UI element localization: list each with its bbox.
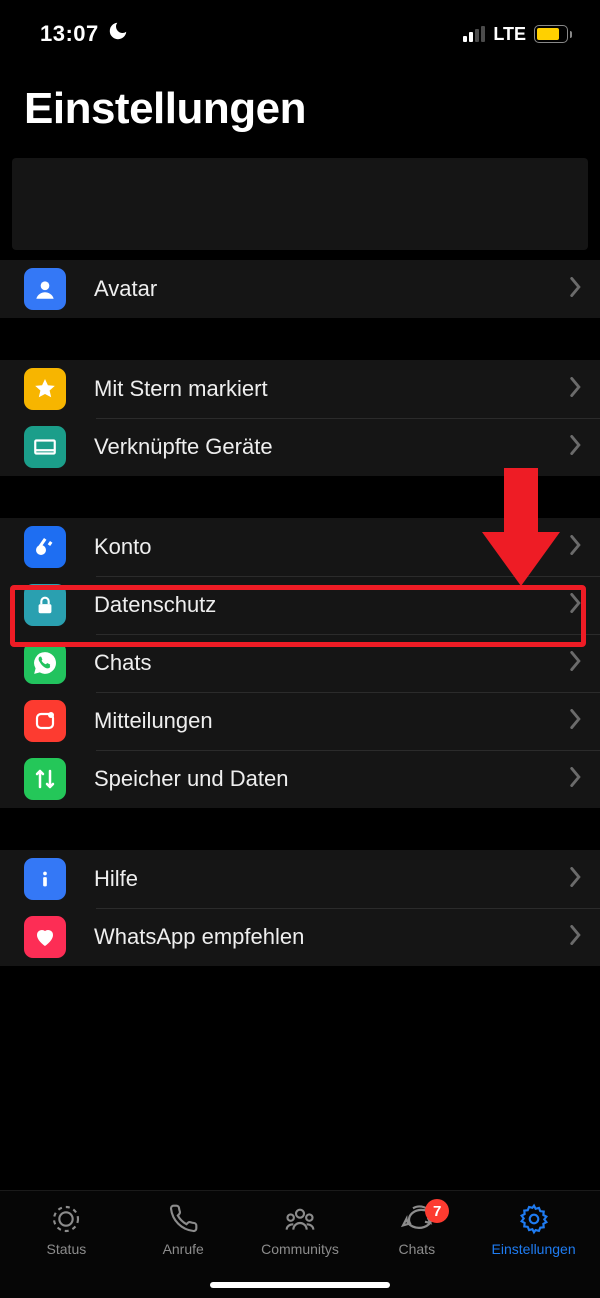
dnd-moon-icon bbox=[107, 20, 129, 48]
chevron-right-icon bbox=[570, 867, 582, 892]
tab-label: Communitys bbox=[261, 1241, 339, 1257]
tab-bar: Status Anrufe Communitys 7 Chats Einstel… bbox=[0, 1190, 600, 1298]
page-title: Einstellungen bbox=[0, 56, 600, 156]
battery-icon bbox=[534, 25, 572, 43]
row-devices[interactable]: Verknüpfte Geräte bbox=[0, 418, 600, 476]
chevron-right-icon bbox=[570, 767, 582, 792]
tab-label: Chats bbox=[399, 1241, 436, 1257]
chevron-right-icon bbox=[570, 925, 582, 950]
row-label: Avatar bbox=[66, 276, 570, 302]
chevron-right-icon bbox=[570, 709, 582, 734]
row-label: Konto bbox=[66, 534, 570, 560]
row-chats[interactable]: Chats bbox=[0, 634, 600, 692]
devices-icon bbox=[24, 426, 66, 468]
tab-label: Einstellungen bbox=[492, 1241, 576, 1257]
profile-card[interactable] bbox=[12, 158, 588, 250]
tab-settings[interactable]: Einstellungen bbox=[475, 1203, 592, 1257]
chevron-right-icon bbox=[570, 593, 582, 618]
row-label: Hilfe bbox=[66, 866, 570, 892]
network-label: LTE bbox=[493, 24, 526, 45]
row-label: Speicher und Daten bbox=[66, 766, 570, 792]
chevron-right-icon bbox=[570, 535, 582, 560]
row-share[interactable]: WhatsApp empfehlen bbox=[0, 908, 600, 966]
chevron-right-icon bbox=[570, 377, 582, 402]
info-icon bbox=[24, 858, 66, 900]
row-notifications[interactable]: Mitteilungen bbox=[0, 692, 600, 750]
row-label: Mit Stern markiert bbox=[66, 376, 570, 402]
row-storage[interactable]: Speicher und Daten bbox=[0, 750, 600, 808]
row-privacy[interactable]: Datenschutz bbox=[0, 576, 600, 634]
tab-status[interactable]: Status bbox=[8, 1203, 125, 1257]
key-icon bbox=[24, 526, 66, 568]
storage-icon bbox=[24, 758, 66, 800]
row-starred[interactable]: Mit Stern markiert bbox=[0, 360, 600, 418]
row-help[interactable]: Hilfe bbox=[0, 850, 600, 908]
status-time: 13:07 bbox=[40, 21, 99, 47]
row-label: WhatsApp empfehlen bbox=[66, 924, 570, 950]
row-account[interactable]: Konto bbox=[0, 518, 600, 576]
avatar-icon bbox=[24, 268, 66, 310]
status-bar: 13:07 LTE bbox=[0, 0, 600, 56]
row-avatar[interactable]: Avatar bbox=[0, 260, 600, 318]
tab-chats[interactable]: 7 Chats bbox=[358, 1203, 475, 1257]
tab-communities[interactable]: Communitys bbox=[242, 1203, 359, 1257]
chevron-right-icon bbox=[570, 651, 582, 676]
row-label: Mitteilungen bbox=[66, 708, 570, 734]
row-label: Chats bbox=[66, 650, 570, 676]
whatsapp-icon bbox=[24, 642, 66, 684]
chevron-right-icon bbox=[570, 277, 582, 302]
tab-calls[interactable]: Anrufe bbox=[125, 1203, 242, 1257]
lock-icon bbox=[24, 584, 66, 626]
row-label: Datenschutz bbox=[66, 592, 570, 618]
tab-badge: 7 bbox=[425, 1199, 449, 1223]
notification-icon bbox=[24, 700, 66, 742]
settings-list: Avatar Mit Stern markiert Verknüpfte Ger… bbox=[0, 156, 600, 1190]
heart-icon bbox=[24, 916, 66, 958]
tab-label: Anrufe bbox=[163, 1241, 204, 1257]
tab-label: Status bbox=[47, 1241, 87, 1257]
star-icon bbox=[24, 368, 66, 410]
chevron-right-icon bbox=[570, 435, 582, 460]
signal-bars-icon bbox=[463, 26, 485, 42]
row-label: Verknüpfte Geräte bbox=[66, 434, 570, 460]
home-indicator[interactable] bbox=[210, 1282, 390, 1288]
